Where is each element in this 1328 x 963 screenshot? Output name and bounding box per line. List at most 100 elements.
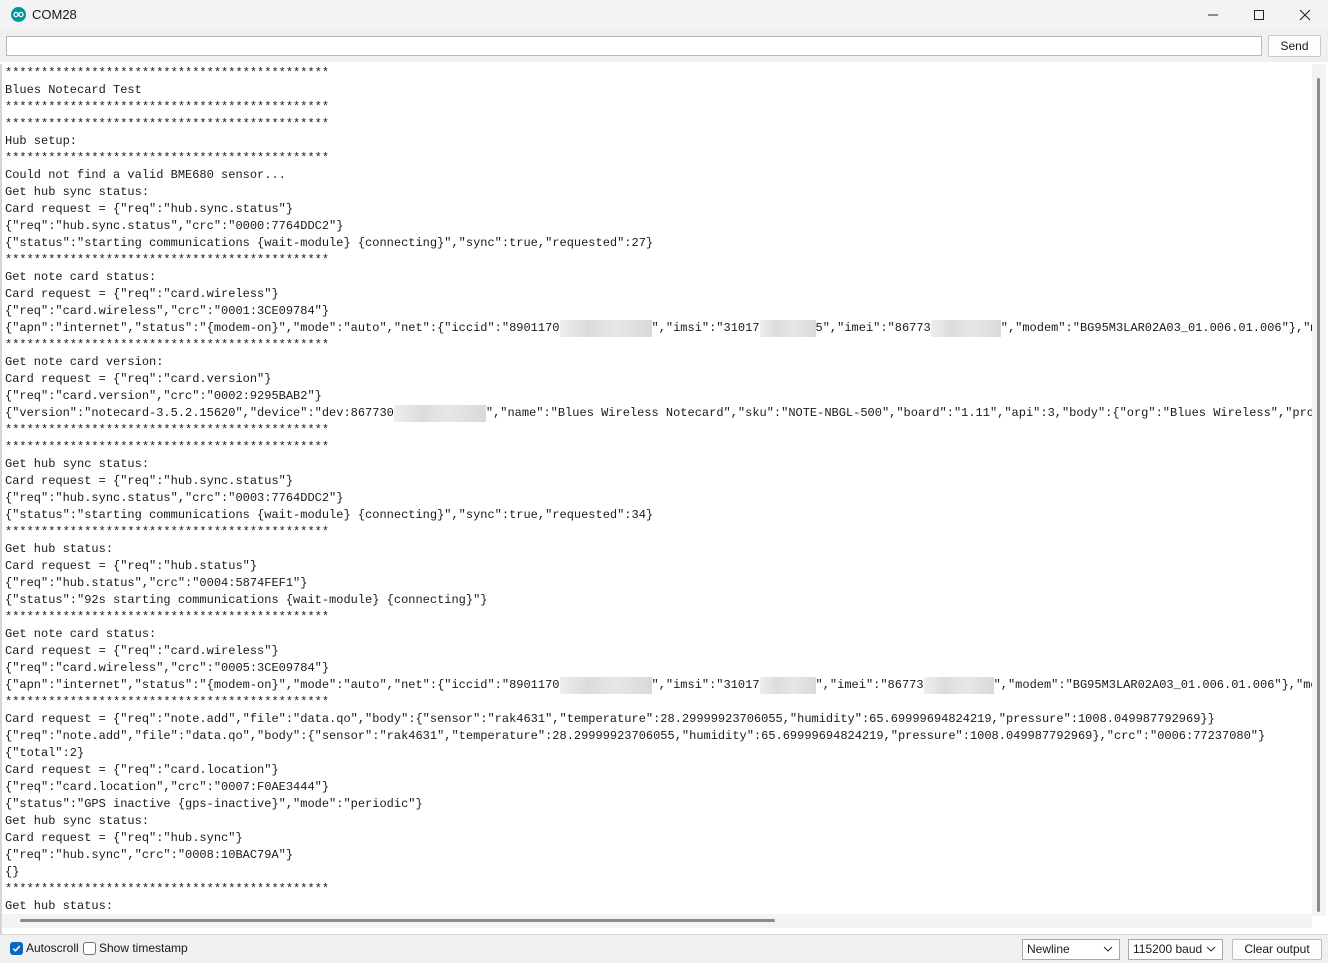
console-text: Card request = {"req":"hub.sync"} [5,831,243,845]
console-text: {} [5,865,20,879]
console-text: Get note card version: [5,355,164,369]
console-text: Get hub status: [5,542,114,556]
vertical-scrollbar[interactable] [1312,64,1326,916]
console-line: {"apn":"internet","status":"{modem-on}",… [2,677,1312,694]
redacted-value [759,677,816,694]
console-line: Card request = {"req":"hub.sync.status"} [2,473,1312,490]
window-title: COM28 [32,7,77,22]
autoscroll-checkbox[interactable] [10,942,23,955]
console-text: ****************************************… [5,440,330,454]
console-line: Get hub status: [2,898,1312,915]
console-text: Card request = {"req":"hub.sync.status"} [5,474,294,488]
console-text: {"version":"notecard-3.5.2.15620","devic… [5,406,394,420]
close-button[interactable] [1282,0,1328,30]
chevron-down-icon [1206,946,1216,952]
console-text: {"status":"92s starting communications {… [5,593,488,607]
console-text: ****************************************… [5,151,330,165]
console-line: {} [2,864,1312,881]
console-line: {"req":"hub.sync.status","crc":"0003:776… [2,490,1312,507]
console-line: {"status":"92s starting communications {… [2,592,1312,609]
message-input[interactable] [6,36,1262,56]
console-text: Card request = {"req":"hub.sync.status"} [5,202,294,216]
redacted-value [393,405,486,422]
chevron-down-icon [1103,946,1113,952]
console-line: Get hub sync status: [2,456,1312,473]
console-line: {"req":"card.version","crc":"0002:9295BA… [2,388,1312,405]
checkmark-icon [12,945,21,952]
console-text: {"req":"card.wireless","crc":"0001:3CE09… [5,304,330,318]
console-text: Get note card status: [5,627,157,641]
console-line: {"apn":"internet","status":"{modem-on}",… [2,320,1312,337]
console-line: ****************************************… [2,116,1312,133]
console-text: Hub setup: [5,134,78,148]
console-line: ****************************************… [2,422,1312,439]
console-line: {"status":"GPS inactive {gps-inactive}",… [2,796,1312,813]
console-text: ****************************************… [5,100,330,114]
console-line: {"total":2} [2,745,1312,762]
line-ending-select[interactable]: Newline [1022,939,1120,960]
maximize-icon [1254,10,1264,20]
horizontal-scroll-thumb[interactable] [20,919,775,922]
console-line: {"req":"hub.status","crc":"0004:5874FEF1… [2,575,1312,592]
console-text: ****************************************… [5,882,330,896]
console-text: {"req":"hub.status","crc":"0004:5874FEF1… [5,576,308,590]
console-text: Get note card status: [5,270,157,284]
console-text: ****************************************… [5,253,330,267]
arduino-icon [11,7,26,22]
console-line: Card request = {"req":"hub.sync"} [2,830,1312,847]
console-line: ****************************************… [2,252,1312,269]
console-line: ****************************************… [2,524,1312,541]
console-text: Card request = {"req":"card.location"} [5,763,279,777]
console-text: {"req":"hub.sync","crc":"0008:10BAC79A"} [5,848,294,862]
console-text: ****************************************… [5,525,330,539]
console-text: ****************************************… [5,117,330,131]
console-text: {"status":"starting communications {wait… [5,508,654,522]
console-line: Card request = {"req":"card.wireless"} [2,643,1312,660]
console-line: Card request = {"req":"card.location"} [2,762,1312,779]
send-button[interactable]: Send [1268,35,1321,57]
baud-rate-value: 115200 baud [1133,942,1203,956]
console-line: ****************************************… [2,150,1312,167]
console-line: ****************************************… [2,65,1312,82]
console-line: Get hub status: [2,541,1312,558]
console-line: ****************************************… [2,99,1312,116]
console-line: Blues Notecard Test [2,82,1312,99]
console-text: Card request = {"req":"hub.status"} [5,559,258,573]
console-text: ****************************************… [5,695,330,709]
console-line: {"req":"hub.sync.status","crc":"0000:776… [2,218,1312,235]
serial-output[interactable]: ****************************************… [2,64,1312,916]
console-line: {"version":"notecard-3.5.2.15620","devic… [2,405,1312,422]
console-text: {"total":2} [5,746,85,760]
console-text: Blues Notecard Test [5,83,142,97]
console-line: ****************************************… [2,337,1312,354]
console-text: Get hub sync status: [5,814,150,828]
console-line: Get note card status: [2,269,1312,286]
console-line: {"req":"card.wireless","crc":"0001:3CE09… [2,303,1312,320]
console-text: {"apn":"internet","status":"{modem-on}",… [5,321,560,335]
line-ending-value: Newline [1027,942,1070,956]
horizontal-scrollbar[interactable] [2,914,1312,928]
console-text: ****************************************… [5,66,330,80]
baud-rate-select[interactable]: 115200 baud [1128,939,1223,960]
console-line: Card request = {"req":"hub.status"} [2,558,1312,575]
console-text: {"apn":"internet","status":"{modem-on}",… [5,678,560,692]
console-line: {"req":"card.wireless","crc":"0005:3CE09… [2,660,1312,677]
vertical-scroll-thumb[interactable] [1317,78,1320,912]
maximize-button[interactable] [1236,0,1282,30]
console-text: 5","imei":"86773 [815,321,931,335]
minimize-button[interactable] [1190,0,1236,30]
console-text: {"status":"starting communications {wait… [5,236,654,250]
console-text: ","imsi":"31017 [651,321,760,335]
console-line: Card request = {"req":"card.version"} [2,371,1312,388]
clear-output-button[interactable]: Clear output [1232,939,1322,960]
console-text: ","modem":"BG95M3LAR02A03_01.006.01.006"… [993,678,1312,692]
console-line: Get hub sync status: [2,184,1312,201]
console-line: Card request = {"req":"hub.sync.status"} [2,201,1312,218]
console-text: {"req":"card.wireless","crc":"0005:3CE09… [5,661,330,675]
console-line: Get note card version: [2,354,1312,371]
console-line: ****************************************… [2,439,1312,456]
console-line: Get note card status: [2,626,1312,643]
console-text: ","modem":"BG95M3LAR02A03_01.006.01.006"… [1000,321,1312,335]
show-timestamp-checkbox[interactable] [83,942,96,955]
status-bar: Autoscroll Show timestamp Newline 115200… [0,934,1328,963]
